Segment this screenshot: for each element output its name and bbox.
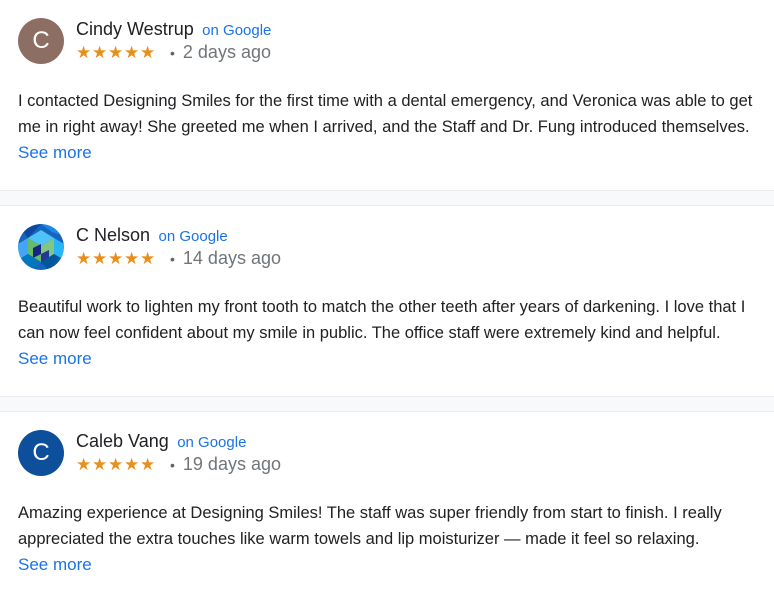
star-rating: ★★★★★ — [76, 43, 156, 63]
star-icon: ★ — [92, 248, 109, 268]
see-more-link[interactable]: See more — [18, 346, 92, 372]
reviewer-header: Caleb Vang on Google — [76, 430, 246, 454]
star-icon: ★ — [92, 42, 109, 62]
avatar[interactable] — [18, 224, 64, 270]
star-icon: ★ — [108, 454, 125, 474]
star-icon: ★ — [76, 454, 93, 474]
reviewer-header: C Nelson on Google — [76, 224, 228, 248]
review-card: C Cindy Westrup on Google ★★★★★ • 2 days… — [0, 0, 774, 190]
review-source-link[interactable]: on Google — [202, 22, 271, 39]
see-more-link[interactable]: See more — [18, 552, 92, 578]
separator-dot: • — [170, 456, 175, 473]
star-icon: ★ — [140, 248, 157, 268]
review-source-link[interactable]: on Google — [158, 228, 227, 245]
star-icon: ★ — [140, 454, 157, 474]
star-icon: ★ — [124, 248, 141, 268]
separator-dot: • — [170, 250, 175, 267]
review-time: 19 days ago — [182, 454, 281, 474]
geometric-cube-icon — [18, 224, 64, 270]
rating-line: ★★★★★ • 14 days ago — [76, 248, 281, 269]
reviewer-header: Cindy Westrup on Google — [76, 18, 271, 42]
rating-line: ★★★★★ • 2 days ago — [76, 42, 271, 63]
avatar[interactable]: C — [18, 430, 64, 476]
review-divider — [0, 190, 774, 206]
rating-line: ★★★★★ • 19 days ago — [76, 454, 281, 475]
star-icon: ★ — [140, 42, 157, 62]
review-card: C Nelson on Google ★★★★★ • 14 days ago B… — [0, 206, 774, 396]
review-text: I contacted Designing Smiles for the fir… — [18, 92, 753, 136]
separator-dot: • — [170, 44, 175, 61]
star-icon: ★ — [76, 248, 93, 268]
review-time: 2 days ago — [182, 42, 271, 62]
review-text: Beautiful work to lighten my front tooth… — [18, 298, 746, 342]
review-source-link[interactable]: on Google — [177, 434, 246, 451]
star-icon: ★ — [92, 454, 109, 474]
star-icon: ★ — [124, 42, 141, 62]
avatar-letter: C — [32, 27, 50, 54]
star-rating: ★★★★★ — [76, 455, 156, 475]
review-card: C Caleb Vang on Google ★★★★★ • 19 days a… — [0, 412, 774, 602]
reviewer-name[interactable]: Caleb Vang — [76, 431, 169, 451]
reviewer-name[interactable]: C Nelson — [76, 225, 150, 245]
reviewer-name[interactable]: Cindy Westrup — [76, 19, 194, 39]
star-icon: ★ — [76, 42, 93, 62]
see-more-link[interactable]: See more — [18, 140, 92, 166]
review-time: 14 days ago — [182, 248, 281, 268]
star-icon: ★ — [108, 42, 125, 62]
star-icon: ★ — [124, 454, 141, 474]
review-text: Amazing experience at Designing Smiles! … — [18, 504, 722, 548]
avatar[interactable]: C — [18, 18, 64, 64]
review-divider — [0, 396, 774, 412]
star-icon: ★ — [108, 248, 125, 268]
avatar-letter: C — [32, 439, 50, 466]
star-rating: ★★★★★ — [76, 249, 156, 269]
